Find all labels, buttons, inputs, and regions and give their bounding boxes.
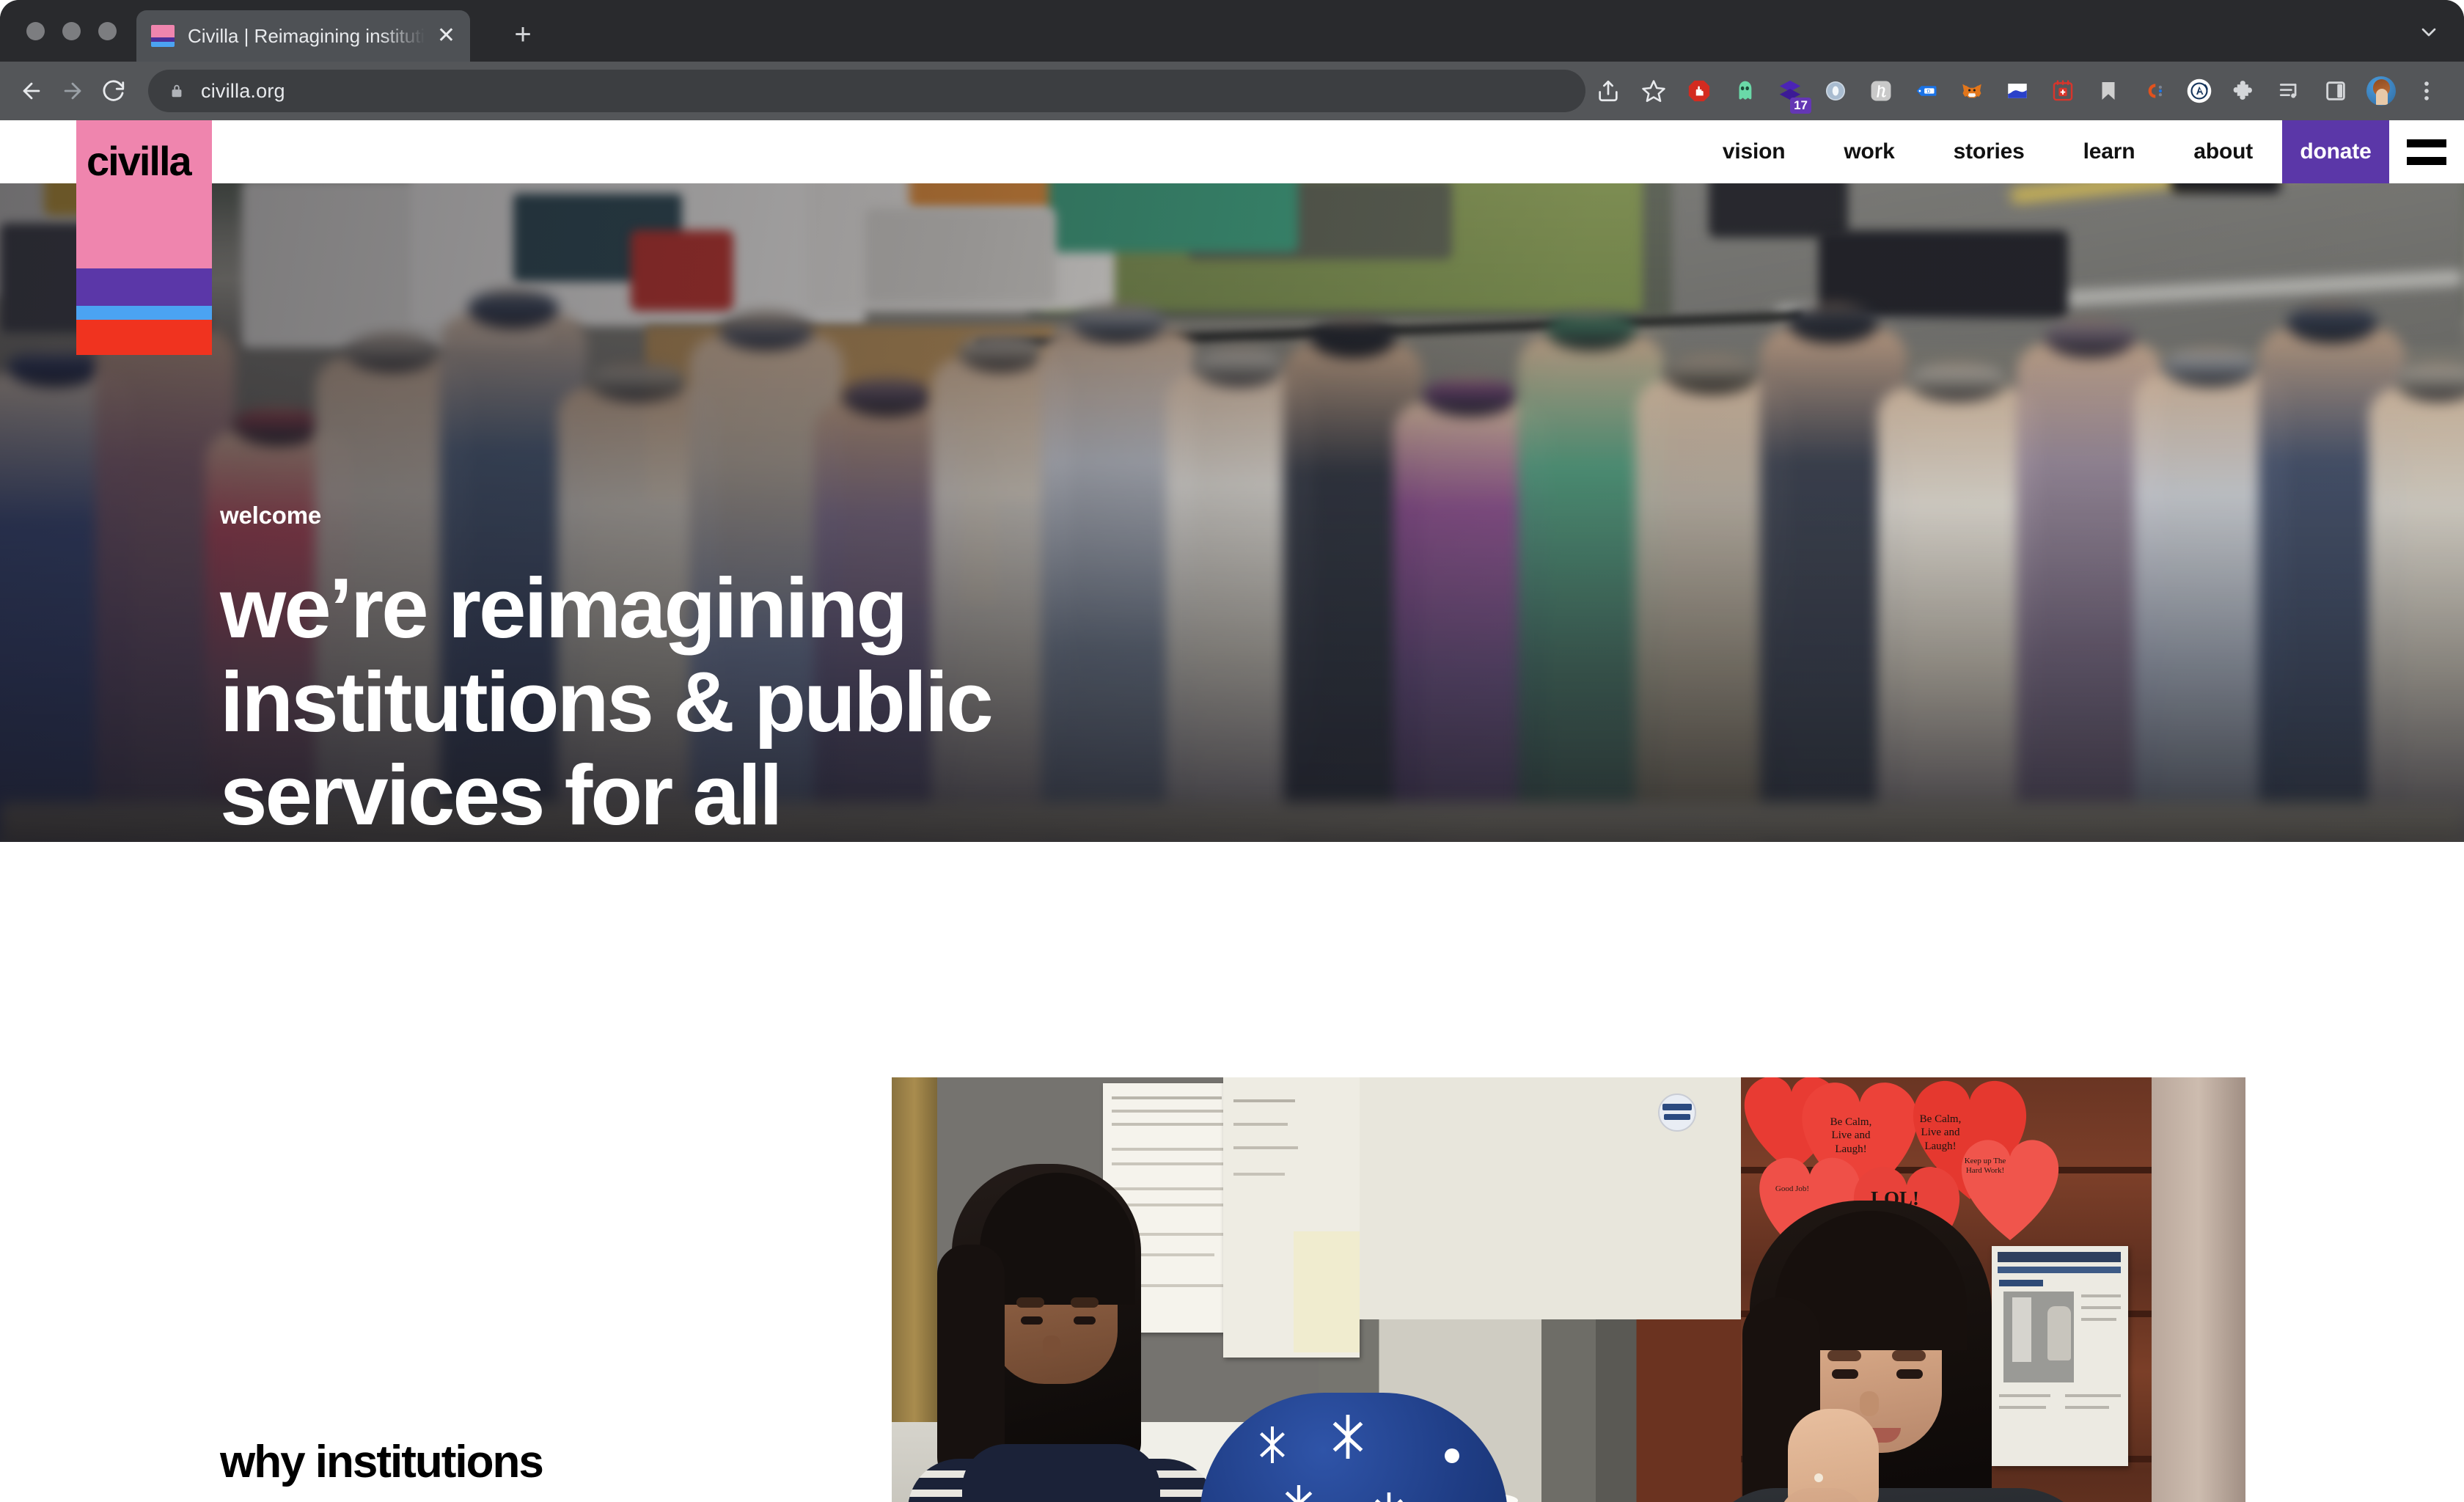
metamask-extension-icon[interactable] [1949,68,1995,114]
url-text: civilla.org [201,79,285,102]
browser-toolbar: civilla.org 17:D [0,62,2464,120]
chrome-menu-icon[interactable] [2404,68,2449,114]
minimize-window-button[interactable] [62,22,81,40]
tab-search-chevron-icon[interactable] [2417,21,2441,44]
share-icon[interactable] [1585,68,1631,114]
side-panel-icon[interactable] [2313,68,2358,114]
logo-wordmark: civilla [87,138,192,184]
web-page-viewport: welcome we’re reimagining institutions &… [0,120,2464,1502]
puzzle-extensions-icon[interactable] [2222,68,2267,114]
page-title: we’re reimagining institutions & public … [220,560,994,842]
hero-heading-line-1: we’re reimagining [220,560,908,656]
donate-button[interactable]: donate [2282,120,2389,183]
profile-avatar[interactable] [2358,68,2404,114]
music-playlist-icon[interactable] [2267,68,2313,114]
ghostery-extension-icon[interactable] [1722,68,1767,114]
tab-title: Civilla | Reimagining institutions [188,24,433,47]
window-traffic-lights [26,22,117,40]
nav-item-about[interactable]: about [2164,120,2282,183]
hamburger-menu-icon[interactable] [2389,120,2464,183]
forward-button[interactable] [56,70,89,111]
maximize-window-button[interactable] [98,22,117,40]
red-calendar-extension-icon[interactable] [2040,68,2086,114]
bookmark-flag-extension-icon[interactable] [2086,68,2131,114]
toolbar-icon-group: 17 :D [1585,68,2449,114]
stacked-layers-extension-icon[interactable]: 17 [1767,68,1813,114]
close-tab-icon[interactable]: ✕ [437,25,455,47]
nav-links: vision work stories learn about [1693,120,2282,183]
why-institutions-copy: why institutions We believe that the bes… [220,1436,777,1502]
nav-item-vision[interactable]: vision [1693,120,1815,183]
back-button[interactable] [15,70,48,111]
hero-copy: welcome we’re reimagining institutions &… [220,502,994,842]
blue-tag-extension-icon[interactable]: :D [1904,68,1949,114]
reload-button[interactable] [97,70,131,111]
circle-a-extension-icon[interactable] [2177,68,2222,114]
browser-tab[interactable]: Civilla | Reimagining institutions ✕ [136,10,470,62]
nav-item-work[interactable]: work [1814,120,1924,183]
chart-extension-icon[interactable] [1995,68,2040,114]
hero-heading-line-3: services for all [220,747,783,842]
browser-window: Civilla | Reimagining institutions ✕ + c… [0,0,2464,1502]
bookmark-star-icon[interactable] [1631,68,1676,114]
new-tab-button[interactable]: + [506,19,540,53]
site-navigation: vision work stories learn about donate [0,120,2464,183]
lock-icon [169,81,185,100]
letter-c-extension-icon[interactable] [2131,68,2177,114]
civilla-favicon [151,25,175,47]
close-window-button[interactable] [26,22,45,40]
svg-text::D: :D [1926,89,1931,94]
tab-strip: Civilla | Reimagining institutions ✕ + [0,0,2464,62]
extension-badge-count: 17 [1790,98,1811,114]
nav-item-learn[interactable]: learn [2054,120,2165,183]
civilla-logo[interactable]: civilla [76,120,212,355]
honey-extension-icon[interactable] [1858,68,1904,114]
section-title: why institutions [220,1437,544,1487]
adblock-extension-icon[interactable] [1676,68,1722,114]
office-photo: Be Calm, Live and Laugh! Be Calm, Live and L… [892,1077,2245,1502]
address-bar[interactable]: civilla.org [148,70,1585,112]
ring-extension-icon[interactable] [1813,68,1858,114]
nav-item-stories[interactable]: stories [1924,120,2054,183]
hero-heading-line-2: institutions & public [220,653,994,750]
hero-section: welcome we’re reimagining institutions &… [0,120,2464,842]
hero-eyebrow: welcome [220,502,321,529]
